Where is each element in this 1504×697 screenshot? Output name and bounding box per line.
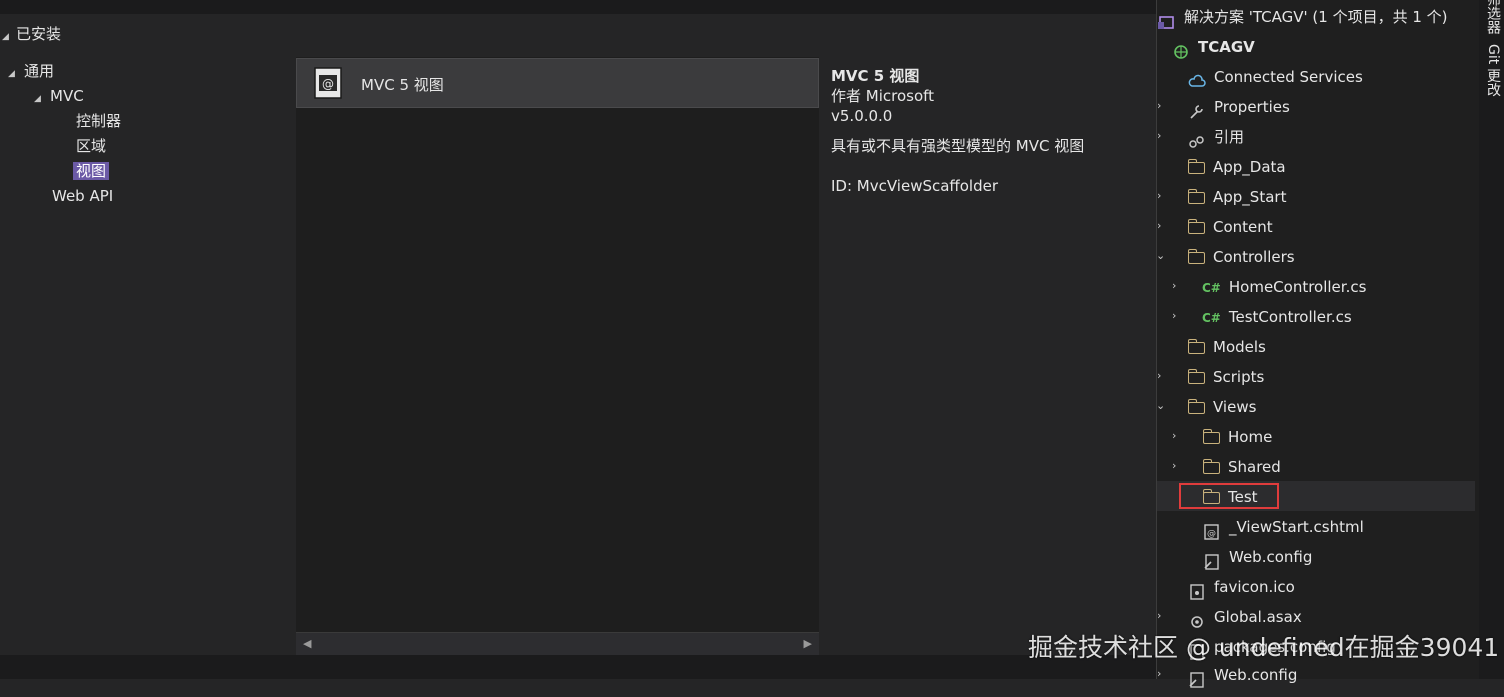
side-tab-filters[interactable]: 筛选器 xyxy=(1483,0,1503,34)
expand-chevron-icon[interactable]: › xyxy=(1157,660,1161,688)
tree-node-views-webconfig[interactable]: Web.config xyxy=(1203,543,1312,571)
collapse-chevron-icon[interactable]: ⌄ xyxy=(1156,242,1165,270)
collapse-triangle-icon: ◢ xyxy=(8,69,15,79)
side-tab-git-changes[interactable]: Git 更改 xyxy=(1483,44,1503,97)
description-title: MVC 5 视图 xyxy=(831,67,920,85)
expand-chevron-icon[interactable]: › xyxy=(1157,182,1161,210)
folder-icon xyxy=(1187,368,1205,384)
tree-node-scripts[interactable]: Scripts xyxy=(1187,363,1264,391)
tree-node-content[interactable]: Content xyxy=(1187,213,1273,241)
expand-chevron-icon[interactable]: › xyxy=(1157,602,1161,630)
razor-file-icon: @ xyxy=(1203,521,1221,540)
tree-node-controllers[interactable]: Controllers xyxy=(1187,243,1295,271)
category-area[interactable]: 区域 xyxy=(76,135,106,157)
razor-view-icon: @ xyxy=(314,67,342,99)
template-list: @ MVC 5 视图 ◀ ▶ xyxy=(296,57,819,655)
expand-chevron-icon[interactable]: › xyxy=(1157,122,1161,150)
tree-node-models[interactable]: Models xyxy=(1187,333,1266,361)
category-controller[interactable]: 控制器 xyxy=(76,110,121,132)
tree-node-references[interactable]: 引用 xyxy=(1188,123,1244,151)
folder-icon xyxy=(1187,248,1205,264)
folder-icon xyxy=(1202,458,1220,474)
svg-text:@: @ xyxy=(322,77,334,91)
svg-text:@: @ xyxy=(1207,529,1216,539)
horizontal-scrollbar[interactable]: ◀ ▶ xyxy=(296,632,819,655)
collapse-triangle-icon: ◢ xyxy=(34,94,41,104)
folder-icon xyxy=(1202,428,1220,444)
csharp-file-icon: C# xyxy=(1202,280,1221,295)
description-summary: 具有或不具有强类型模型的 MVC 视图 xyxy=(831,137,1085,155)
description-id: ID: MvcViewScaffolder xyxy=(831,177,999,195)
folder-icon xyxy=(1187,218,1205,234)
tree-node-views-shared[interactable]: Shared xyxy=(1202,453,1281,481)
tree-node-solution[interactable]: 解决方案 'TCAGV' (1 个项目，共 1 个) xyxy=(1158,3,1448,31)
expand-chevron-icon[interactable]: › xyxy=(1172,422,1176,450)
highlight-box xyxy=(1179,483,1279,509)
tree-node-app-start[interactable]: App_Start xyxy=(1187,183,1286,211)
expand-chevron-icon[interactable]: › xyxy=(1172,272,1176,300)
image-file-icon xyxy=(1188,581,1206,600)
description-version: v5.0.0.0 xyxy=(831,107,893,125)
tree-node-app-data[interactable]: App_Data xyxy=(1187,153,1286,181)
csharp-file-icon: C# xyxy=(1202,310,1221,325)
bottom-bar xyxy=(0,655,1156,679)
tree-node-viewstart[interactable]: @ _ViewStart.cshtml xyxy=(1203,513,1364,541)
expand-chevron-icon[interactable]: › xyxy=(1157,362,1161,390)
cloud-icon xyxy=(1188,71,1206,87)
folder-icon xyxy=(1187,398,1205,414)
folder-icon xyxy=(1187,188,1205,204)
watermark-text: 掘金技术社区 @ undefined在掘金39041 xyxy=(1028,633,1500,662)
tree-node-properties[interactable]: Properties xyxy=(1188,93,1290,121)
tree-node-root-webconfig[interactable]: Web.config xyxy=(1188,661,1297,689)
installed-header[interactable]: ◢ 已安装 xyxy=(0,24,61,44)
tree-node-project[interactable]: TCAGV xyxy=(1172,33,1255,61)
expand-chevron-icon[interactable]: › xyxy=(1157,92,1161,120)
category-mvc[interactable]: ◢ MVC xyxy=(34,85,84,107)
expand-chevron-icon[interactable]: › xyxy=(1172,452,1176,480)
folder-icon xyxy=(1187,158,1205,174)
tree-node-views[interactable]: Views xyxy=(1187,393,1256,421)
top-strip xyxy=(0,0,1156,14)
tree-node-views-home[interactable]: Home xyxy=(1202,423,1272,451)
template-description: MVC 5 视图 作者 Microsoft v5.0.0.0 具有或不具有强类型… xyxy=(831,66,1151,196)
tree-node-test-controller[interactable]: C# TestController.cs xyxy=(1202,303,1352,331)
wrench-icon xyxy=(1188,101,1206,119)
config-file-icon xyxy=(1203,551,1221,570)
scroll-right-icon[interactable]: ▶ xyxy=(804,637,812,650)
gear-file-icon xyxy=(1188,611,1206,628)
collapse-triangle-icon: ◢ xyxy=(2,32,9,42)
expand-chevron-icon[interactable]: › xyxy=(1157,212,1161,240)
references-icon xyxy=(1188,131,1206,148)
tree-node-favicon[interactable]: favicon.ico xyxy=(1188,573,1295,601)
scroll-left-icon[interactable]: ◀ xyxy=(303,637,311,650)
category-view[interactable]: 视图 xyxy=(73,160,110,182)
solution-icon xyxy=(1158,11,1176,29)
tree-node-home-controller[interactable]: C# HomeController.cs xyxy=(1202,273,1366,301)
side-tool-strip: 筛选器 Git 更改 xyxy=(1479,0,1504,679)
description-author: 作者 Microsoft xyxy=(831,87,935,105)
folder-icon xyxy=(1187,338,1205,354)
web-project-icon xyxy=(1172,41,1190,59)
category-general[interactable]: ◢ 通用 xyxy=(8,60,54,82)
collapse-chevron-icon[interactable]: ⌄ xyxy=(1156,392,1165,420)
template-item-mvc5-view[interactable]: @ MVC 5 视图 xyxy=(296,58,819,108)
expand-chevron-icon[interactable]: › xyxy=(1172,302,1176,330)
template-name: MVC 5 视图 xyxy=(361,76,444,94)
config-file-icon xyxy=(1188,669,1206,688)
tree-node-global-asax[interactable]: Global.asax xyxy=(1188,603,1302,631)
category-web-api[interactable]: Web API xyxy=(52,185,113,207)
tree-node-connected-services[interactable]: Connected Services xyxy=(1188,63,1363,91)
